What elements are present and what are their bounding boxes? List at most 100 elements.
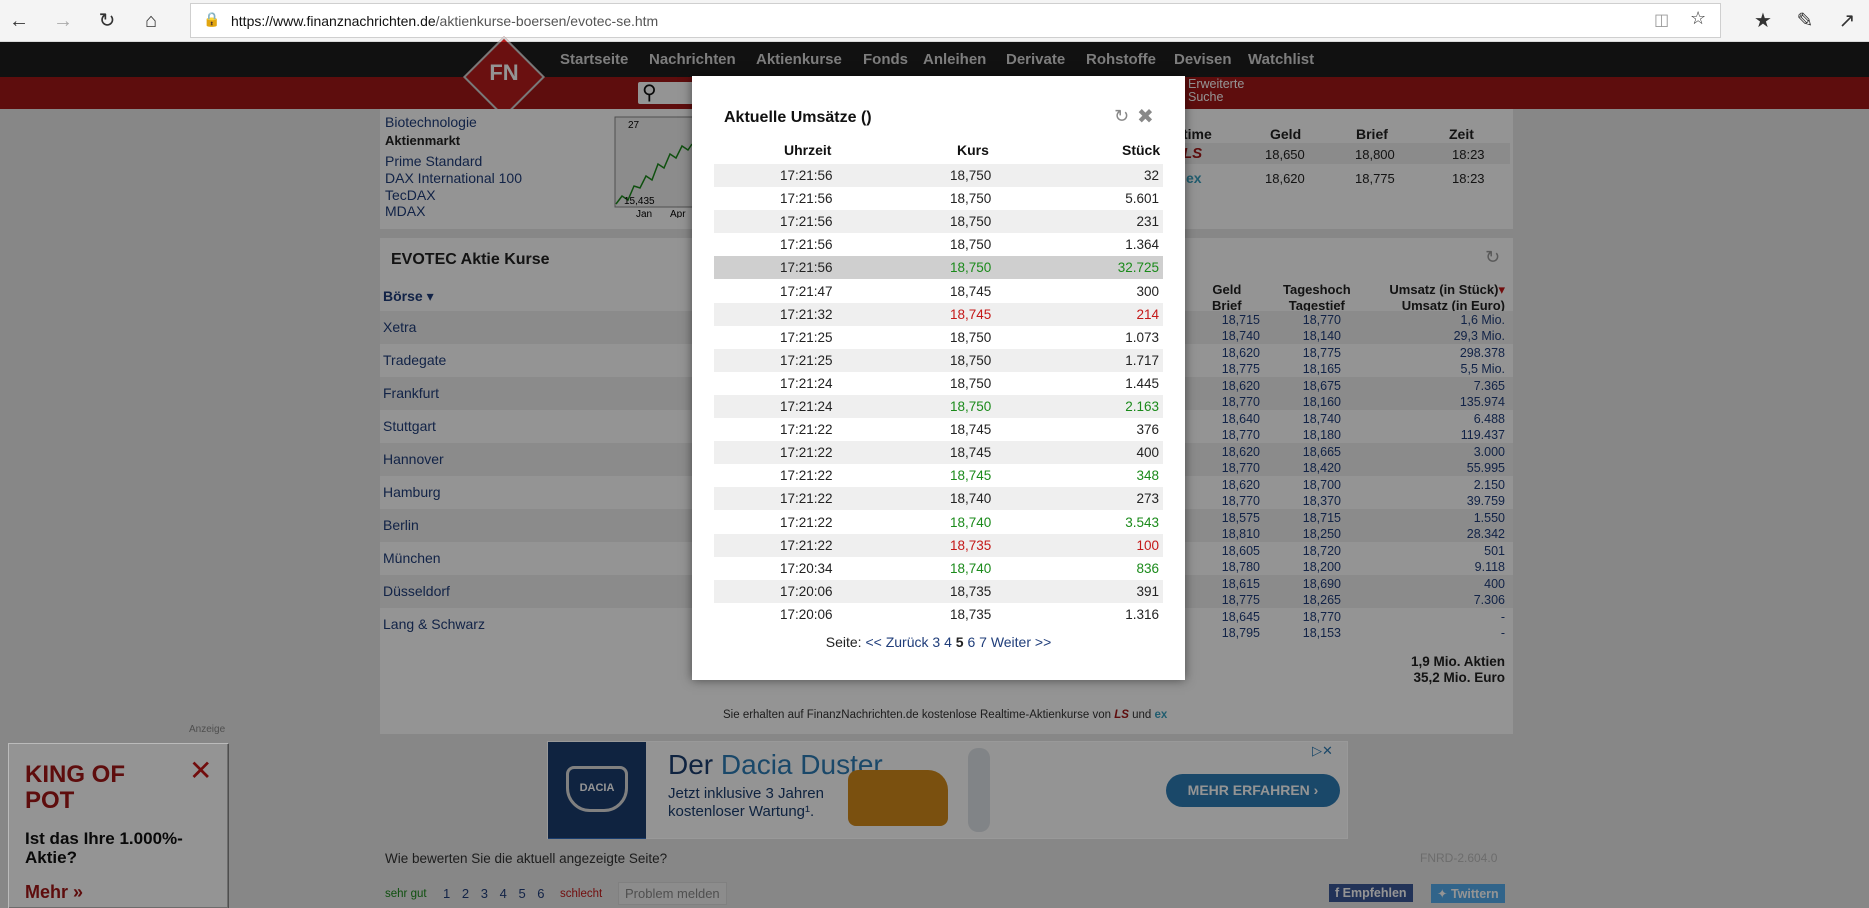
trade-row: 17:21:22 18,745 376	[714, 418, 1163, 441]
trade-qty: 300	[1136, 283, 1159, 299]
trade-row: 17:21:22 18,735 100	[714, 533, 1163, 557]
trade-price: 18,750	[950, 214, 992, 230]
address-bar[interactable]: 🔒 https://www.finanznachrichten.de/aktie…	[190, 3, 1721, 38]
trade-qty: 231	[1136, 214, 1159, 230]
trade-qty: 100	[1136, 537, 1159, 553]
trade-time: 17:21:56	[780, 214, 833, 230]
trade-price: 18,745	[950, 283, 992, 299]
trade-time: 17:21:22	[780, 491, 833, 507]
trade-row: 17:21:25 18,750 1.073	[714, 326, 1163, 349]
trade-price: 18,740	[950, 491, 992, 507]
trade-price: 18,750	[950, 352, 992, 368]
trade-time: 17:20:06	[780, 583, 833, 599]
trade-qty: 1.364	[1125, 237, 1159, 253]
trade-qty: 836	[1136, 560, 1159, 576]
page-link[interactable]: 4	[944, 634, 952, 650]
trade-qty: 2.163	[1125, 399, 1159, 414]
trade-price: 18,735	[950, 537, 992, 553]
back-icon[interactable]: ←	[6, 8, 32, 34]
trade-time: 17:21:32	[780, 306, 833, 322]
trade-time: 17:21:25	[780, 352, 833, 368]
trade-qty: 1.316	[1125, 606, 1159, 622]
refresh-icon[interactable]: ↻	[94, 8, 120, 34]
share-icon[interactable]: ↗	[1834, 8, 1860, 34]
col-uhrzeit: Uhrzeit	[784, 142, 832, 158]
trade-time: 17:21:47	[780, 283, 833, 299]
close-icon[interactable]: ✖	[1137, 104, 1154, 129]
trade-qty: 376	[1136, 422, 1159, 438]
trade-time: 17:21:24	[780, 399, 833, 414]
trade-row: 17:21:56 18,750 1.364	[714, 233, 1163, 256]
col-stueck: Stück	[1122, 142, 1161, 158]
trade-price: 18,750	[950, 260, 992, 276]
dacia-banner-ad[interactable]: DACIA Der Dacia Duster Jetzt inklusive 3…	[547, 741, 1348, 839]
pager-label: Seite:	[825, 634, 862, 650]
trade-row: 17:20:06 18,735 391	[714, 579, 1163, 603]
url-text: https://www.finanznachrichten.de/aktienk…	[231, 13, 659, 29]
trade-row: 17:21:22 18,745 348	[714, 464, 1163, 487]
browser-toolbar: ← → ↻ ⌂ 🔒 https://www.finanznachrichten.…	[0, 0, 1869, 42]
pager-next-link[interactable]: Weiter >>	[991, 634, 1051, 650]
trade-time: 17:21:22	[780, 468, 833, 484]
trade-row: 17:21:56 18,750 231	[714, 210, 1163, 234]
forward-icon[interactable]: →	[50, 8, 76, 34]
trade-price: 18,745	[950, 306, 992, 322]
ad-popup: KING OF POT ✕ Ist das Ihre 1.000%- Aktie? …	[8, 743, 229, 908]
trade-row: 17:21:24 18,750 1.445	[714, 372, 1163, 395]
trade-time: 17:21:25	[780, 329, 833, 345]
trade-qty: 400	[1136, 445, 1159, 461]
page-link[interactable]: 7	[979, 634, 987, 650]
trade-qty: 1.445	[1125, 375, 1159, 391]
trade-price: 18,735	[950, 606, 992, 622]
refresh-icon[interactable]: ↻	[1114, 106, 1129, 127]
trade-qty: 348	[1136, 468, 1159, 484]
pager-back-link[interactable]: << Zurück	[865, 634, 928, 650]
trade-time: 17:21:22	[780, 537, 833, 553]
banner-dim	[548, 742, 1347, 838]
trade-row: 17:20:34 18,740 836	[714, 557, 1163, 580]
trade-qty: 32.725	[1117, 260, 1159, 276]
trade-time: 17:21:56	[780, 260, 833, 276]
current-page: 5	[955, 634, 964, 650]
trade-price: 18,750	[950, 168, 992, 183]
favorite-star-icon[interactable]: ☆	[1690, 8, 1706, 29]
page-link[interactable]: 6	[967, 634, 975, 650]
trade-price: 18,745	[950, 445, 992, 461]
trade-row: 17:21:25 18,750 1.717	[714, 348, 1163, 372]
trade-time: 17:21:22	[780, 422, 833, 438]
reading-view-icon[interactable]: ◫	[1654, 10, 1669, 30]
trade-time: 17:21:56	[780, 168, 833, 183]
home-icon[interactable]: ⌂	[138, 8, 164, 34]
col-kurs: Kurs	[957, 142, 989, 158]
trade-price: 18,740	[950, 560, 992, 576]
modal-title: Aktuelle Umsätze ()	[724, 109, 872, 126]
trade-price: 18,735	[950, 583, 992, 599]
trade-row: 17:21:22 18,740 3.543	[714, 511, 1163, 534]
trade-price: 18,750	[950, 329, 992, 345]
trade-price: 18,750	[950, 237, 992, 253]
trade-qty: 1.073	[1125, 329, 1159, 345]
trade-qty: 214	[1136, 306, 1159, 322]
trade-qty: 391	[1136, 583, 1159, 599]
trade-time: 17:21:56	[780, 237, 833, 253]
trade-time: 17:21:24	[780, 375, 833, 391]
umsaetze-modal: Aktuelle Umsätze () ↻ ✖ Uhrzeit Kurs Stü…	[692, 76, 1185, 680]
trade-row: 17:21:22 18,740 273	[714, 487, 1163, 511]
trade-row: 17:21:32 18,745 214	[714, 302, 1163, 326]
trade-time: 17:21:22	[780, 445, 833, 461]
trade-time: 17:21:56	[780, 191, 833, 207]
trade-price: 18,745	[950, 468, 992, 484]
page-link[interactable]: 3	[932, 634, 940, 650]
trade-price: 18,750	[950, 399, 992, 414]
trade-price: 18,740	[950, 514, 992, 530]
lock-icon: 🔒	[203, 11, 221, 27]
trade-row: 17:21:56 18,750 32	[714, 164, 1163, 187]
trade-row: 17:21:56 18,750 32.725	[714, 256, 1163, 280]
pen-notes-icon[interactable]: ✎	[1792, 8, 1818, 34]
trade-row: 17:21:24 18,750 2.163	[714, 395, 1163, 418]
trade-time: 17:20:34	[780, 560, 833, 576]
trade-qty: 273	[1136, 491, 1159, 507]
trade-qty: 5.601	[1125, 191, 1159, 207]
favorites-hub-icon[interactable]: ★	[1750, 8, 1776, 34]
trade-row: 17:21:56 18,750 5.601	[714, 187, 1163, 210]
